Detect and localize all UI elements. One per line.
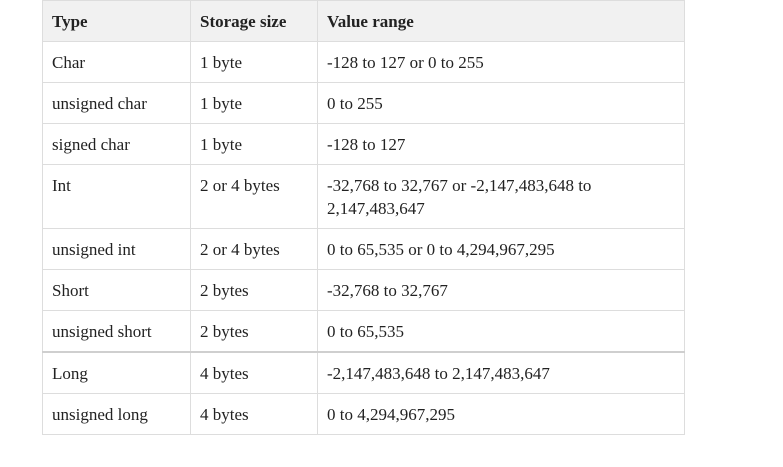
cell-storage-size: 1 byte [190, 41, 318, 83]
cell-storage-size: 4 bytes [190, 393, 318, 435]
header-type: Type [42, 0, 191, 42]
table-body: Char 1 byte -128 to 127 or 0 to 255 unsi… [42, 41, 685, 435]
header-value-range: Value range [317, 0, 685, 42]
table-row: unsigned long 4 bytes 0 to 4,294,967,295 [42, 393, 685, 435]
cell-type: unsigned int [42, 228, 191, 270]
data-types-table: Type Storage size Value range Char 1 byt… [42, 0, 685, 435]
cell-storage-size: 2 or 4 bytes [190, 164, 318, 229]
table-row: Char 1 byte -128 to 127 or 0 to 255 [42, 41, 685, 83]
table-row: unsigned short 2 bytes 0 to 65,535 [42, 310, 685, 353]
cell-value-range: 0 to 4,294,967,295 [317, 393, 685, 435]
cell-storage-size: 1 byte [190, 123, 318, 165]
cell-value-range: -128 to 127 [317, 123, 685, 165]
cell-value-range: 0 to 255 [317, 82, 685, 124]
table-row: unsigned char 1 byte 0 to 255 [42, 82, 685, 124]
cell-value-range: -32,768 to 32,767 [317, 269, 685, 311]
cell-type: Int [42, 164, 191, 229]
cell-value-range: -2,147,483,648 to 2,147,483,647 [317, 351, 685, 394]
header-storage-size: Storage size [190, 0, 318, 42]
header-row: Type Storage size Value range [42, 0, 685, 42]
cell-type: Long [42, 351, 191, 394]
cell-storage-size: 2 bytes [190, 310, 318, 353]
cell-value-range: 0 to 65,535 or 0 to 4,294,967,295 [317, 228, 685, 270]
cell-storage-size: 4 bytes [190, 351, 318, 394]
cell-value-range: 0 to 65,535 [317, 310, 685, 353]
cell-value-range: -32,768 to 32,767 or -2,147,483,648 to 2… [317, 164, 685, 229]
cell-type: Short [42, 269, 191, 311]
cell-storage-size: 1 byte [190, 82, 318, 124]
table-row: signed char 1 byte -128 to 127 [42, 123, 685, 165]
data-types-table-container: Type Storage size Value range Char 1 byt… [42, 0, 685, 435]
table-header: Type Storage size Value range [42, 0, 685, 42]
cell-type: unsigned char [42, 82, 191, 124]
cell-type: unsigned long [42, 393, 191, 435]
table-row: Short 2 bytes -32,768 to 32,767 [42, 269, 685, 311]
cell-type: Char [42, 41, 191, 83]
cell-storage-size: 2 bytes [190, 269, 318, 311]
table-row: Long 4 bytes -2,147,483,648 to 2,147,483… [42, 351, 685, 394]
cell-storage-size: 2 or 4 bytes [190, 228, 318, 270]
cell-type: signed char [42, 123, 191, 165]
table-row: unsigned int 2 or 4 bytes 0 to 65,535 or… [42, 228, 685, 270]
cell-value-range: -128 to 127 or 0 to 255 [317, 41, 685, 83]
cell-type: unsigned short [42, 310, 191, 353]
table-row: Int 2 or 4 bytes -32,768 to 32,767 or -2… [42, 164, 685, 229]
